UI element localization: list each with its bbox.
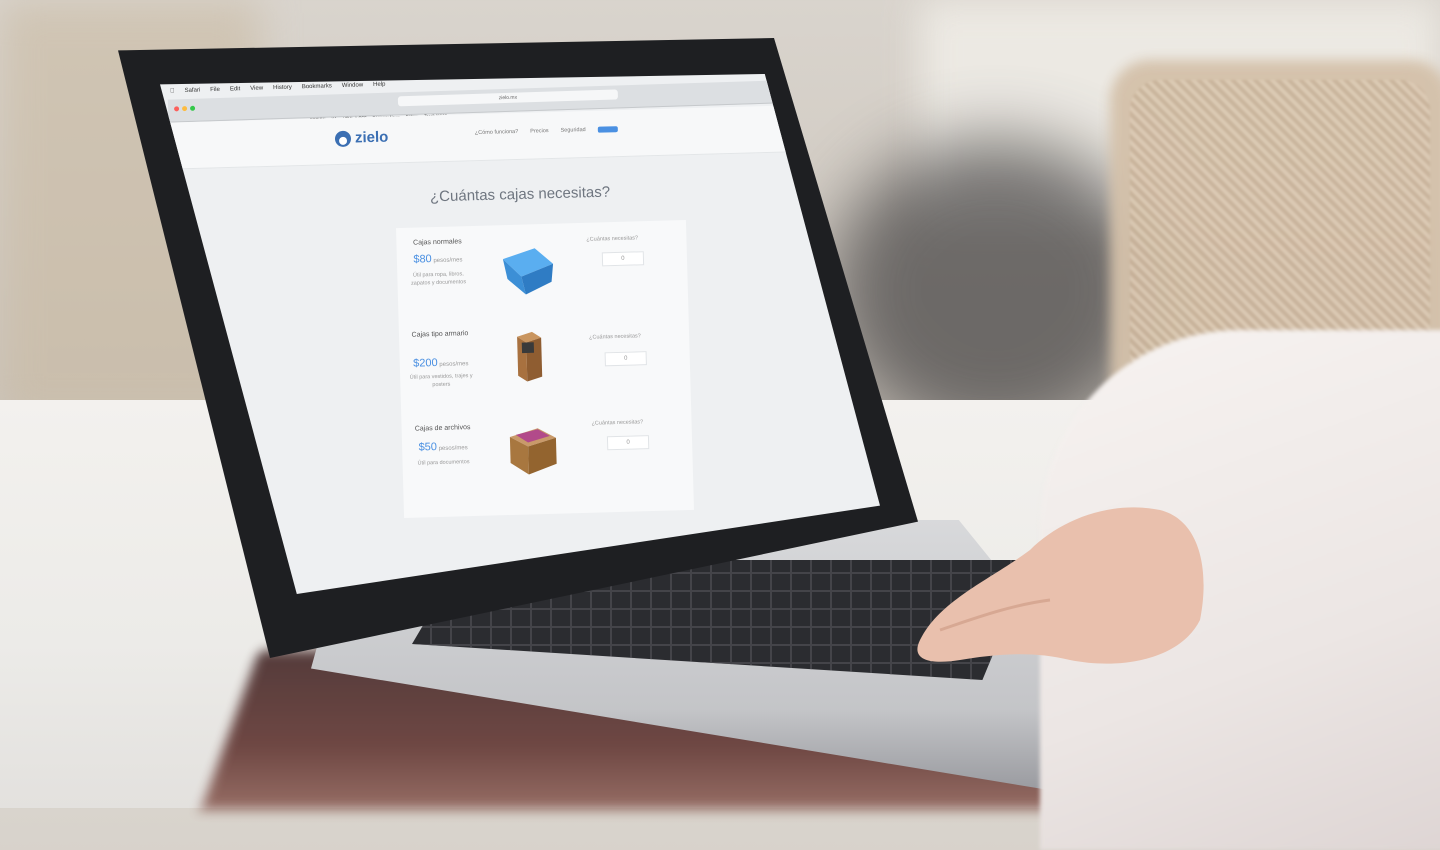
- box-description: Útil para ropa, libros, zapatos y docume…: [410, 271, 467, 287]
- price-unit: pesos/mes: [438, 445, 468, 452]
- price-value: $80: [413, 253, 432, 266]
- apple-icon[interactable]: : [170, 88, 175, 98]
- list-item: Cajas tipo armario $200 pesos/mes Útil p…: [399, 316, 691, 414]
- quantity-label: ¿Cuántas necesitas?: [586, 235, 639, 243]
- menu-item[interactable]: Window: [342, 82, 364, 93]
- nav-cta-button[interactable]: [597, 126, 618, 133]
- box-type-label: Cajas normales: [413, 238, 462, 247]
- zoom-icon[interactable]: [189, 105, 196, 111]
- hand-icon: [917, 507, 1204, 664]
- menu-item[interactable]: View: [250, 86, 263, 96]
- menu-item[interactable]: Bookmarks: [302, 83, 332, 94]
- wardrobe-box-icon: [517, 331, 543, 382]
- quantity-input[interactable]: 0: [604, 351, 647, 367]
- box-type-label: Cajas de archivos: [414, 424, 471, 433]
- nav-link-how[interactable]: ¿Cómo funciona?: [475, 129, 519, 136]
- nav-link-security[interactable]: Seguridad: [561, 127, 586, 134]
- list-item: Cajas de archivos $50 pesos/mes Útil par…: [401, 412, 693, 510]
- menu-item[interactable]: History: [273, 85, 292, 96]
- logo-text: zielo: [354, 128, 389, 147]
- close-icon[interactable]: [174, 106, 180, 112]
- page-title: ¿Cuántas cajas necesitas?: [429, 183, 611, 206]
- price-value: $200: [413, 356, 438, 370]
- plastic-tote-icon: [502, 248, 554, 295]
- menu-item[interactable]: Help: [373, 82, 386, 92]
- box-description: Útil para documentos: [417, 459, 470, 467]
- zielo-logo-icon: [334, 130, 352, 147]
- site-logo[interactable]: zielo: [334, 128, 389, 147]
- window-controls: [174, 105, 196, 112]
- minimize-icon[interactable]: [182, 105, 188, 112]
- list-item: Cajas normales $80 pesos/mes Útil para r…: [396, 224, 688, 322]
- quantity-label: ¿Cuántas necesitas?: [591, 419, 644, 427]
- address-bar[interactable]: zielo.mx: [397, 89, 619, 107]
- nav-link-prices[interactable]: Precios: [530, 128, 549, 135]
- menu-item[interactable]: Edit: [230, 86, 241, 96]
- box-type-label: Cajas tipo armario: [411, 330, 469, 339]
- menu-item[interactable]: File: [210, 87, 220, 97]
- quantity-label: ¿Cuántas necesitas?: [589, 333, 641, 341]
- box-price: $50 pesos/mes: [408, 440, 478, 454]
- file-box-icon: [509, 428, 557, 475]
- price-unit: pesos/mes: [439, 361, 469, 368]
- box-price: $200 pesos/mes: [406, 356, 476, 370]
- price-value: $50: [418, 441, 438, 454]
- quantity-input[interactable]: 0: [601, 251, 645, 267]
- box-selector-panel: Cajas normales $80 pesos/mes Útil para r…: [396, 220, 694, 518]
- box-price: $80 pesos/mes: [403, 252, 473, 266]
- site-nav: ¿Cómo funciona? Precios Seguridad: [475, 126, 618, 136]
- price-unit: pesos/mes: [433, 257, 463, 265]
- quantity-input[interactable]: 0: [606, 435, 650, 451]
- box-description: Útil para vestidos, trajes y posters: [409, 373, 473, 389]
- menu-item[interactable]: Safari: [184, 87, 200, 97]
